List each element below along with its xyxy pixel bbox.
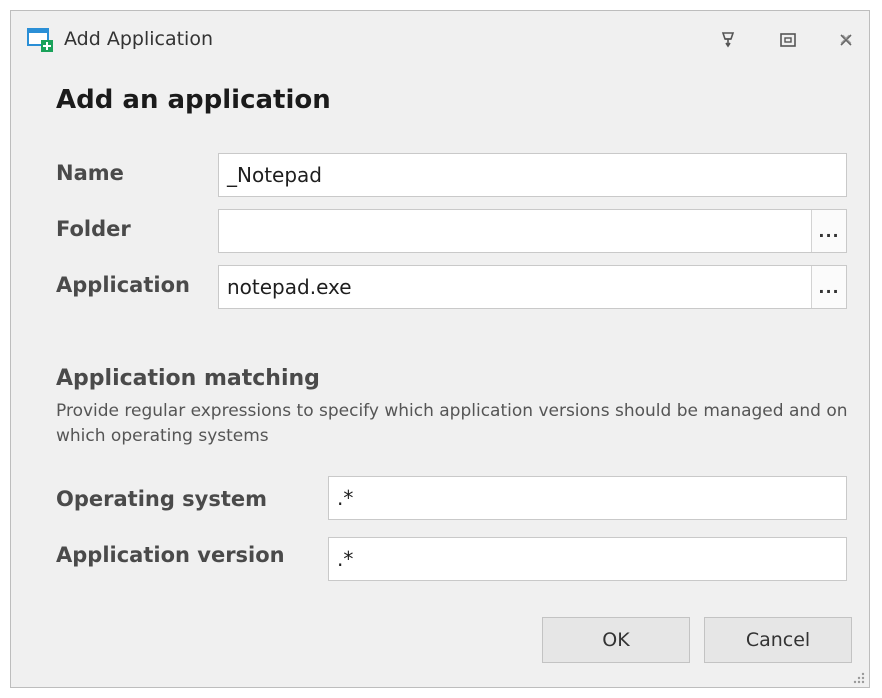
application-input-value: notepad.exe bbox=[227, 275, 352, 299]
ok-button[interactable]: OK bbox=[542, 617, 690, 663]
cancel-button[interactable]: Cancel bbox=[704, 617, 852, 663]
operating-system-label: Operating system bbox=[56, 487, 268, 511]
application-label: Application bbox=[56, 273, 190, 297]
application-version-input[interactable]: .* bbox=[328, 537, 847, 581]
application-version-label: Application version bbox=[56, 543, 285, 567]
window-add-icon bbox=[27, 27, 55, 53]
operating-system-input-value: .* bbox=[337, 486, 354, 510]
resize-grip-icon[interactable] bbox=[851, 669, 865, 684]
add-application-dialog: Add Application Add an application Name … bbox=[10, 10, 870, 688]
application-input[interactable]: notepad.exe ... bbox=[218, 265, 847, 309]
close-icon[interactable] bbox=[833, 27, 859, 53]
title-bar[interactable]: Add Application bbox=[11, 11, 869, 69]
name-label: Name bbox=[56, 161, 124, 185]
application-browse-button[interactable]: ... bbox=[811, 266, 846, 308]
dialog-heading: Add an application bbox=[56, 85, 331, 115]
help-pin-icon[interactable] bbox=[715, 27, 741, 53]
name-input[interactable]: _Notepad bbox=[218, 153, 847, 197]
application-version-input-value: .* bbox=[337, 547, 354, 571]
section-title: Application matching bbox=[56, 366, 320, 391]
name-input-value: _Notepad bbox=[227, 163, 322, 187]
folder-label: Folder bbox=[56, 217, 131, 241]
window-title: Add Application bbox=[64, 28, 213, 50]
section-description: Provide regular expressions to specify w… bbox=[56, 401, 848, 446]
operating-system-input[interactable]: .* bbox=[328, 476, 847, 520]
folder-browse-button[interactable]: ... bbox=[811, 210, 846, 252]
maximize-icon[interactable] bbox=[775, 27, 801, 53]
folder-input[interactable]: ... bbox=[218, 209, 847, 253]
